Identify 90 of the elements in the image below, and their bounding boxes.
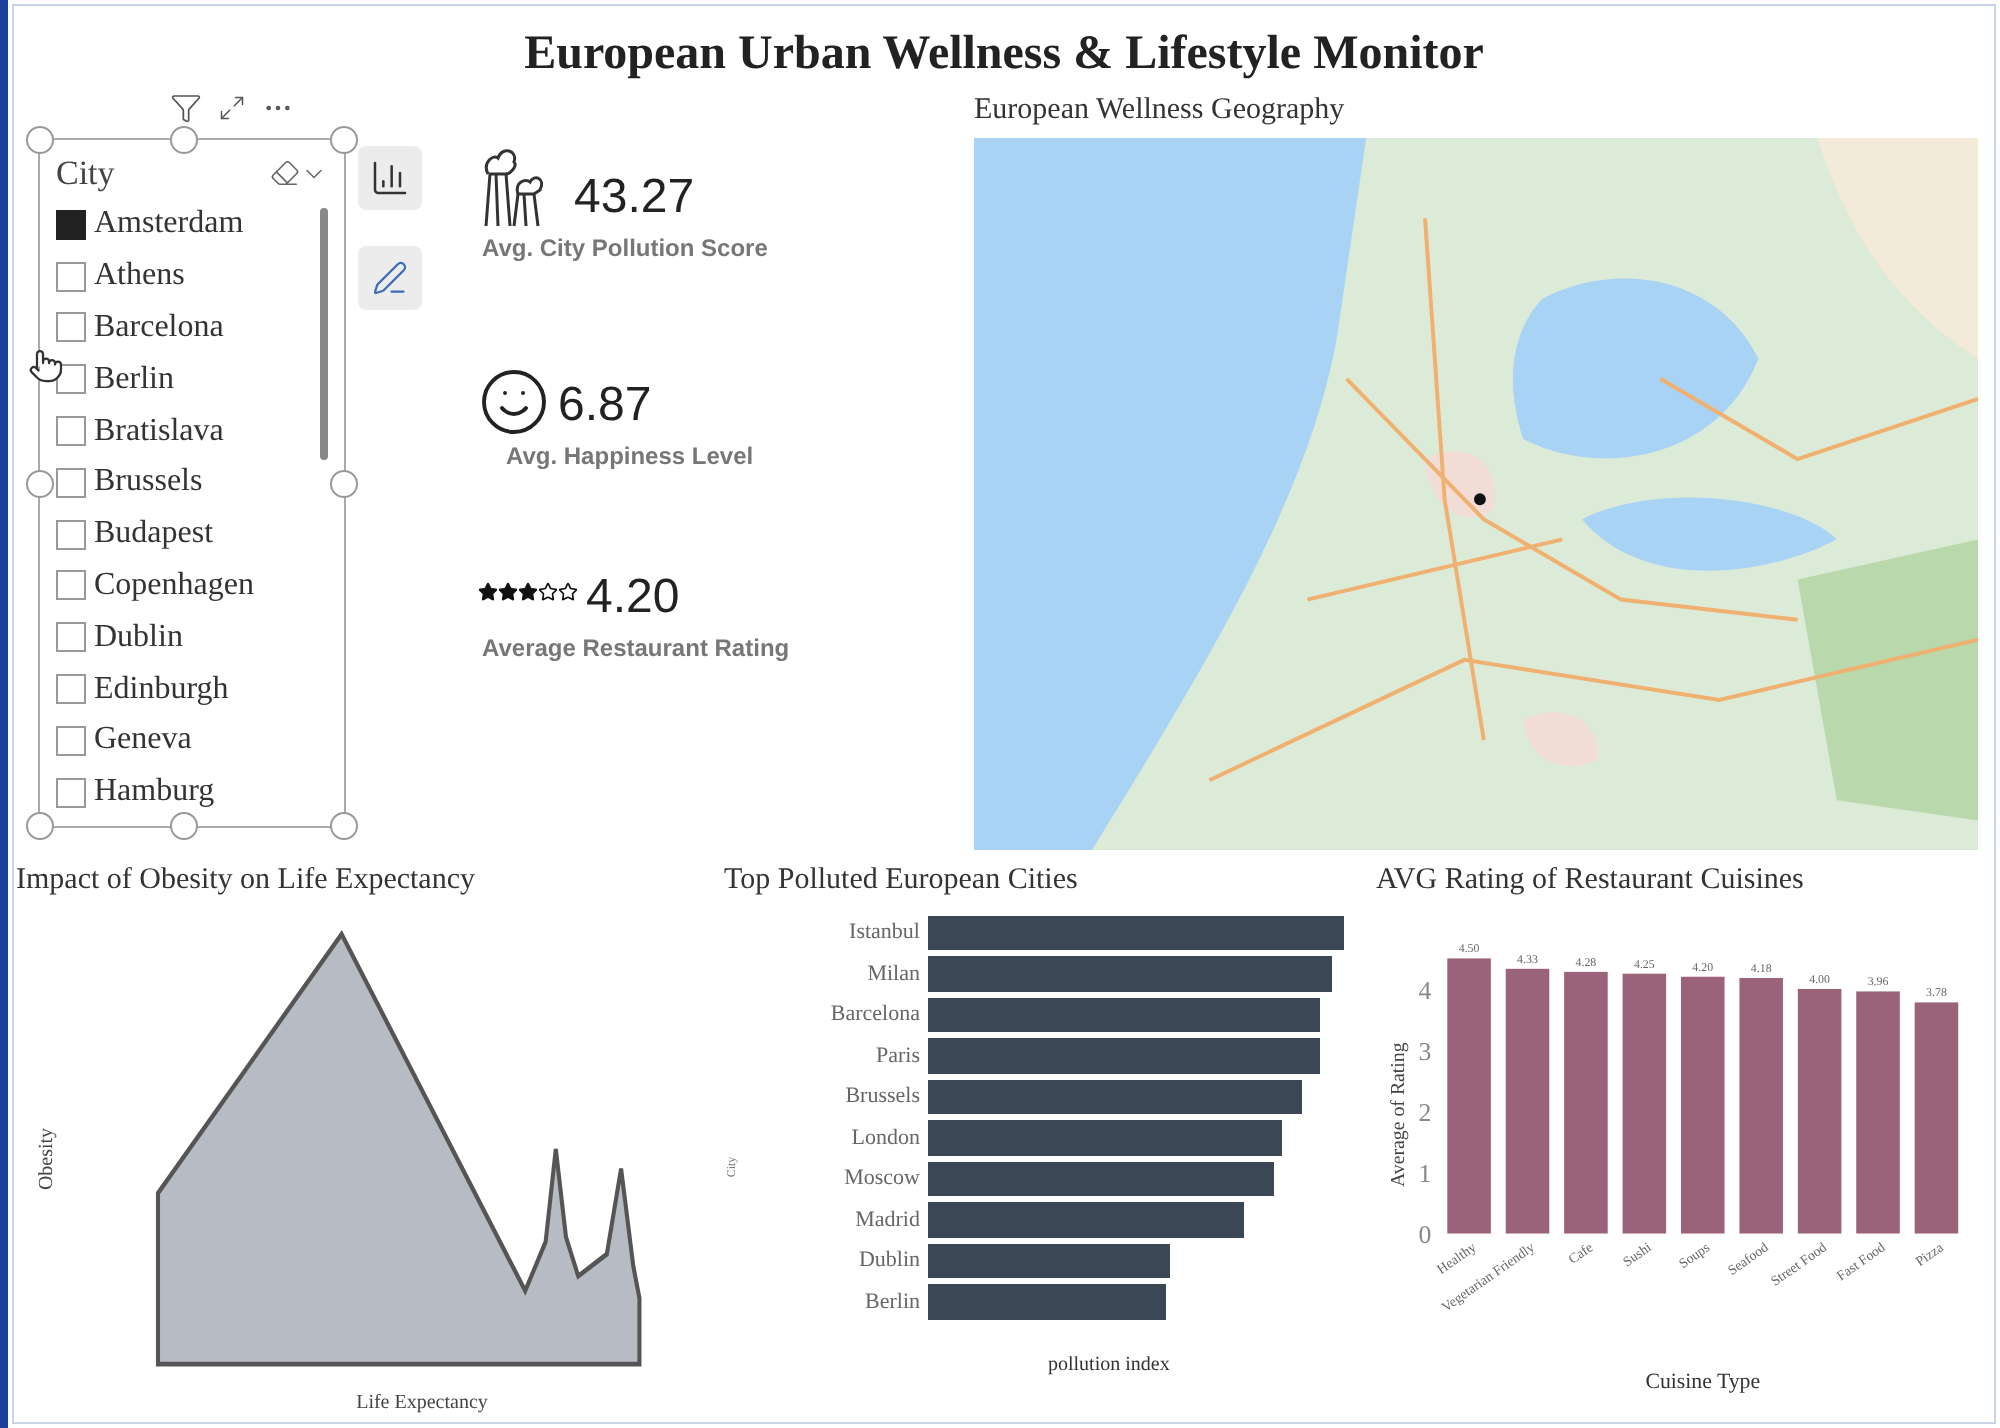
kpi-value: 4.20 — [586, 574, 680, 622]
slicer-item-label: Berlin — [94, 359, 174, 400]
slicer-title: City — [56, 152, 115, 196]
kpi-label: Avg. City Pollution Score — [482, 232, 768, 266]
category-label: Moscow — [842, 1164, 922, 1195]
category-label: London — [849, 1123, 922, 1154]
slicer-item-label: Barcelona — [94, 307, 224, 348]
slicer-item[interactable]: Barcelona — [56, 302, 320, 354]
star-icon — [538, 582, 558, 602]
category-label: Berlin — [863, 1287, 922, 1318]
filter-icon[interactable] — [170, 92, 202, 124]
slicer-item[interactable]: Edinburgh — [56, 663, 320, 715]
map-title: European Wellness Geography — [974, 92, 1347, 130]
slicer-item[interactable]: Geneva — [56, 714, 320, 767]
checkbox[interactable] — [56, 312, 86, 343]
category-label: Paris — [874, 1041, 922, 1072]
visual-type-button[interactable] — [358, 146, 422, 210]
axis-title: Average of Rating — [1387, 1041, 1410, 1187]
slicer-item-label: Brussels — [94, 462, 203, 503]
star-icon — [478, 582, 498, 602]
slicer-item-label: Bratislava — [94, 411, 224, 452]
category-label: Madrid — [853, 1205, 922, 1236]
hand-cursor-icon — [28, 348, 64, 384]
checkbox[interactable] — [56, 467, 86, 498]
resize-handle[interactable] — [330, 812, 358, 840]
checkbox[interactable] — [56, 570, 86, 601]
tick-label: 2 — [1418, 1098, 1432, 1127]
slicer-item[interactable]: Athens — [56, 250, 320, 303]
tick-label: 1 — [1418, 1159, 1432, 1188]
category-label: Istanbul — [847, 918, 922, 949]
slicer-item[interactable]: Budapest — [56, 508, 320, 561]
checkbox[interactable] — [56, 674, 86, 705]
resize-handle[interactable] — [26, 470, 54, 498]
smiley-icon — [478, 366, 550, 438]
kpi-value: 43.27 — [574, 174, 695, 222]
kpi-label: Average Restaurant Rating — [482, 632, 790, 666]
checkbox[interactable] — [56, 416, 86, 447]
resize-handle[interactable] — [170, 126, 198, 154]
star-icon — [498, 582, 518, 602]
resize-handle[interactable] — [26, 812, 54, 840]
slicer-item[interactable]: Amsterdam — [56, 199, 320, 251]
slicer-item-label: Budapest — [94, 514, 214, 555]
axis-title: Obesity — [34, 1127, 61, 1190]
slicer-item-label: Copenhagen — [94, 565, 254, 606]
format-visual-button[interactable] — [358, 246, 422, 310]
resize-handle[interactable] — [330, 470, 358, 498]
slicer-item-label: Dublin — [94, 617, 183, 658]
axis-title: pollution index — [1048, 1351, 1172, 1380]
brush-icon — [372, 260, 408, 296]
kpi-label: Avg. Happiness Level — [506, 440, 754, 474]
slicer-item[interactable]: Bratislava — [56, 405, 320, 457]
category-label: Brussels — [843, 1082, 922, 1113]
axis-title: Cuisine Type — [1645, 1369, 1761, 1394]
slicer-item[interactable]: Berlin — [56, 353, 320, 406]
checkbox[interactable] — [56, 519, 86, 550]
resize-handle[interactable] — [330, 126, 358, 154]
category-label: Dublin — [856, 1246, 922, 1277]
slicer-item[interactable]: Brussels — [56, 456, 320, 509]
slicer-item[interactable]: Dublin — [56, 611, 320, 664]
slicer-item-label: Edinburgh — [94, 669, 229, 710]
resize-handle[interactable] — [170, 812, 198, 840]
slicer-item-label: Athens — [94, 256, 185, 297]
checkbox[interactable] — [56, 777, 86, 808]
axis-title: Life Expectancy — [356, 1390, 488, 1418]
category-label: Barcelona — [828, 1000, 922, 1031]
eraser-icon[interactable] — [270, 158, 300, 189]
kpi-value: 6.87 — [558, 382, 652, 430]
scrollbar[interactable] — [320, 207, 328, 459]
tick-label: 0 — [1418, 1220, 1432, 1249]
bar-chart-icon — [370, 158, 410, 198]
checkbox[interactable] — [56, 261, 86, 292]
focus-mode-icon[interactable] — [218, 94, 246, 122]
tick-label: 3 — [1418, 1037, 1432, 1066]
checkbox[interactable] — [56, 725, 86, 756]
chart-title: AVG Rating of Restaurant Cuisines — [1376, 862, 1806, 900]
chart-title: Top Polluted European Cities — [724, 862, 1080, 900]
report-title: European Urban Wellness & Lifestyle Monitor — [522, 26, 1486, 84]
star-icon — [518, 582, 538, 602]
resize-handle[interactable] — [26, 126, 54, 154]
slicer-item[interactable]: Hamburg — [56, 766, 320, 819]
checkbox[interactable] — [56, 622, 86, 653]
star-icon — [558, 582, 578, 602]
slicer-item-label: Geneva — [94, 720, 192, 761]
checkbox[interactable] — [56, 209, 86, 240]
category-label: Milan — [865, 959, 922, 990]
chart-title: Impact of Obesity on Life Expectancy — [16, 862, 477, 900]
slicer-item-label: Amsterdam — [94, 204, 244, 245]
slicer-item[interactable]: Copenhagen — [56, 560, 320, 612]
slicer-item-label: Hamburg — [94, 772, 215, 813]
tick-label: 4 — [1418, 976, 1432, 1005]
